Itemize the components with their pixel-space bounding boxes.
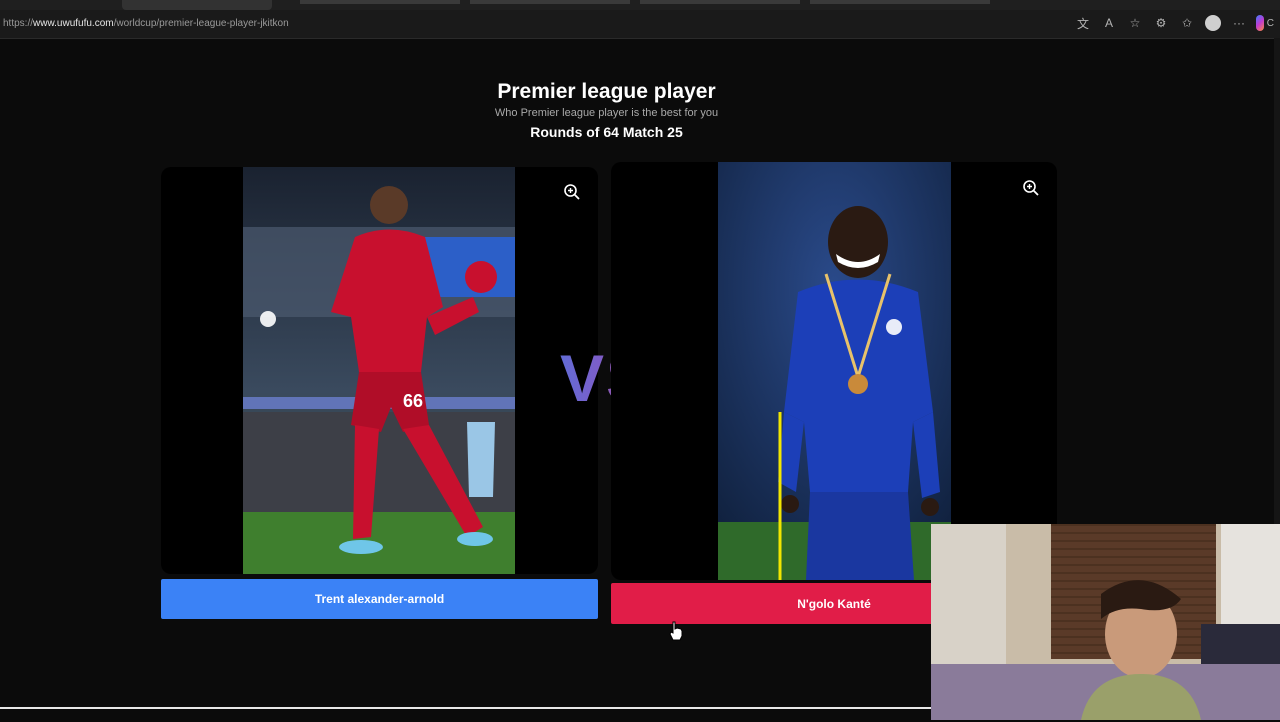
favorite-star-icon[interactable]: ☆ xyxy=(1126,14,1144,32)
browser-tab[interactable] xyxy=(470,0,630,4)
browser-tab[interactable] xyxy=(810,0,990,4)
address-bar[interactable]: https://www.uwufufu.com/worldcup/premier… xyxy=(0,10,1280,39)
translate-icon[interactable]: 文 xyxy=(1074,14,1092,32)
round-info: Rounds of 64 Match 25 xyxy=(530,124,683,140)
candidate-photo-left[interactable]: 66 xyxy=(243,167,515,574)
candidate-card-left[interactable]: 66 xyxy=(161,167,598,574)
more-menu-icon[interactable]: ··· xyxy=(1230,14,1248,32)
shirt-number: 66 xyxy=(403,391,423,411)
favorites-icon[interactable]: ✩ xyxy=(1178,14,1196,32)
copilot-label: C xyxy=(1266,17,1274,29)
toolbar-icons: 文 A ☆ ⚙ ✩ ··· C xyxy=(1074,14,1274,32)
stadium-photo-left: 66 xyxy=(243,167,515,574)
browser-tab[interactable] xyxy=(300,0,460,4)
url-scheme: https:// xyxy=(3,18,34,29)
copilot-icon[interactable]: C xyxy=(1256,14,1274,32)
candidate-card-right[interactable] xyxy=(611,162,1057,580)
stadium-photo-right xyxy=(718,162,951,580)
profile-avatar-icon[interactable] xyxy=(1204,14,1222,32)
webcam-feed-image xyxy=(931,524,1280,720)
read-aloud-icon[interactable]: A xyxy=(1100,14,1118,32)
webcam-overlay xyxy=(931,524,1280,720)
browser-tab-strip xyxy=(0,0,1280,10)
extensions-icon[interactable]: ⚙ xyxy=(1152,14,1170,32)
browser-tab[interactable] xyxy=(640,0,800,4)
page-title: Premier league player xyxy=(497,80,716,103)
url-text[interactable]: https://www.uwufufu.com/worldcup/premier… xyxy=(3,18,289,29)
select-candidate-left-button[interactable]: Trent alexander-arnold xyxy=(161,579,598,619)
hand-cursor-icon xyxy=(669,621,683,641)
candidate-photo-right[interactable] xyxy=(718,162,951,580)
zoom-icon[interactable] xyxy=(1022,179,1040,197)
url-host: www.uwufufu.com xyxy=(33,18,114,29)
active-tab[interactable] xyxy=(122,0,272,10)
zoom-icon[interactable] xyxy=(563,183,581,201)
url-path: /worldcup/premier-league-player-jkitkon xyxy=(113,18,289,29)
page-subtitle: Who Premier league player is the best fo… xyxy=(494,107,719,119)
